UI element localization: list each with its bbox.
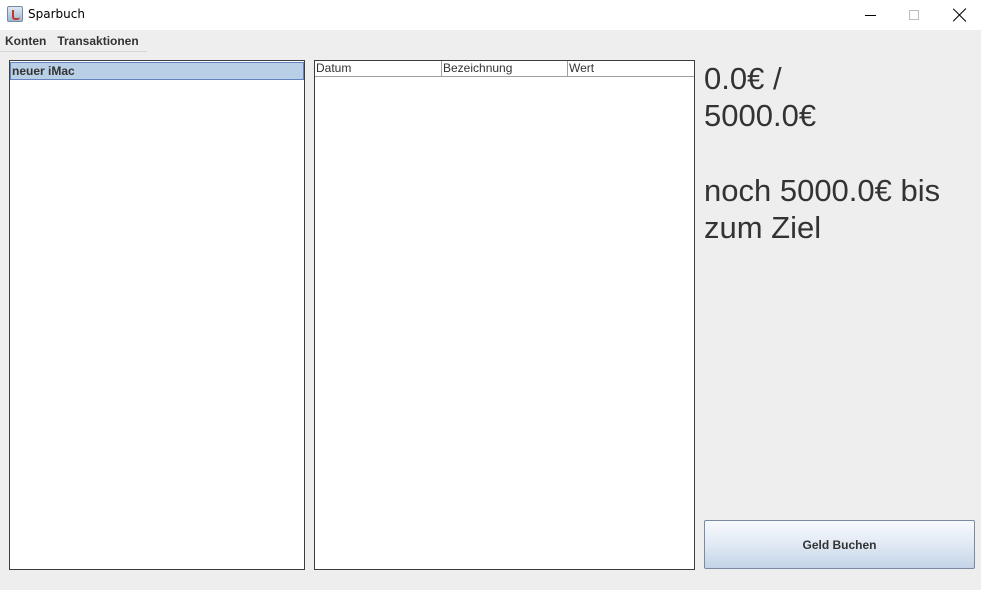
remaining-line-2: zum Ziel [704, 210, 822, 245]
column-header-datum[interactable]: Datum [315, 61, 442, 76]
menu-bar: Konten Transaktionen [0, 30, 147, 52]
menu-konten[interactable]: Konten [0, 30, 52, 52]
progress-line-1: 0.0€ / [704, 61, 782, 96]
remaining-line-1: noch 5000.0€ bis [704, 173, 941, 208]
minimize-button[interactable] [847, 0, 893, 30]
table-header: Datum Bezeichnung Wert [315, 61, 694, 77]
column-header-bezeichnung[interactable]: Bezeichnung [442, 61, 568, 76]
account-list[interactable]: neuer iMac [9, 60, 305, 570]
remaining-to-goal: noch 5000.0€ bis zum Ziel [704, 172, 974, 246]
maximize-icon [909, 10, 919, 20]
book-money-button[interactable]: Geld Buchen [704, 520, 975, 569]
minimize-icon [864, 14, 876, 16]
title-bar[interactable]: Sparbuch [0, 0, 981, 30]
list-item[interactable]: neuer iMac [10, 62, 304, 80]
progress-line-2: 5000.0€ [704, 98, 817, 133]
window-title: Sparbuch [28, 7, 85, 21]
app-window: Sparbuch Konten Transaktionen neuer iMac… [0, 0, 981, 590]
close-button[interactable] [937, 0, 981, 30]
maximize-button[interactable] [891, 0, 937, 30]
column-header-wert[interactable]: Wert [568, 61, 694, 76]
close-icon [953, 8, 967, 22]
menu-transaktionen[interactable]: Transaktionen [52, 30, 144, 52]
transactions-table[interactable]: Datum Bezeichnung Wert [314, 60, 695, 570]
java-cup-icon [7, 6, 23, 22]
savings-progress: 0.0€ / 5000.0€ [704, 60, 964, 134]
